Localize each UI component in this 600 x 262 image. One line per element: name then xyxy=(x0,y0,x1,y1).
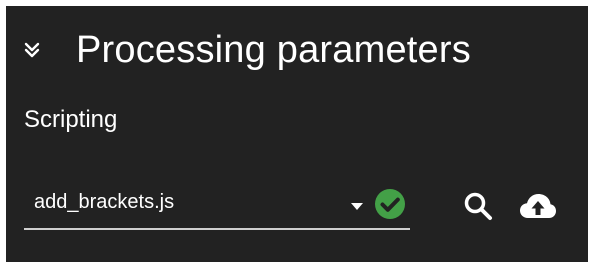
caret-down-icon[interactable] xyxy=(351,198,363,210)
search-icon xyxy=(464,192,492,220)
processing-parameters-panel: Processing parameters Scripting add_brac… xyxy=(6,6,588,262)
script-select[interactable]: add_brackets.js xyxy=(24,176,410,230)
scripting-label: Scripting xyxy=(24,106,118,133)
search-button[interactable] xyxy=(461,189,495,223)
upload-button[interactable] xyxy=(519,191,557,221)
panel-title: Processing parameters xyxy=(76,29,471,71)
selected-script-value: add_brackets.js xyxy=(34,191,175,213)
check-circle-icon xyxy=(373,187,407,221)
panel-header[interactable]: Processing parameters xyxy=(22,22,471,78)
double-chevron-down-icon[interactable] xyxy=(22,40,42,60)
cloud-upload-icon xyxy=(520,194,556,218)
